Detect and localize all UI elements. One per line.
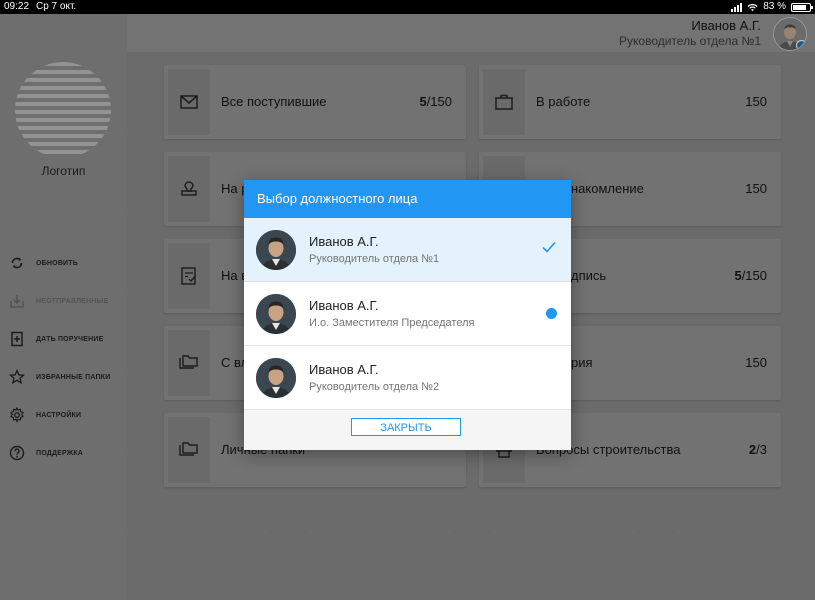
official-role: И.о. Заместителя Председателя xyxy=(309,317,475,329)
cellular-signal-icon xyxy=(731,2,743,12)
official-role: Руководитель отдела №2 xyxy=(309,381,440,393)
sidebar-item-label: ОБНОВИТЬ xyxy=(36,259,78,267)
battery-icon xyxy=(791,2,813,12)
folder-card-count: 5/150 xyxy=(734,268,767,283)
official-name: Иванов А.Г. xyxy=(309,234,379,249)
official-avatar xyxy=(256,358,296,398)
close-button[interactable]: ЗАКРЫТЬ xyxy=(351,418,461,436)
sidebar-item-label: НЕОТПРАВЛЕННЫЕ xyxy=(36,297,109,305)
briefcase-icon xyxy=(483,69,525,135)
sidebar-item-label: ИЗБРАННЫЕ ПАПКИ xyxy=(36,373,111,381)
checkmark-icon xyxy=(541,240,557,259)
official-option-3[interactable]: Иванов А.Г. Руководитель отдела №2 xyxy=(244,346,571,410)
outbox-icon xyxy=(8,292,26,310)
status-indicators: 83 % xyxy=(731,0,813,14)
gear-icon xyxy=(8,406,26,424)
status-bar: 09:22 Ср 7 окт. 83 % xyxy=(0,0,815,14)
stamp-icon xyxy=(168,156,210,222)
folder-card-all-incoming[interactable]: Все поступившие 5/150 xyxy=(164,65,466,139)
official-avatar xyxy=(256,294,296,334)
official-option-1[interactable]: Иванов А.Г. Руководитель отдела №1 xyxy=(244,218,571,282)
sidebar-item-label: ДАТЬ ПОРУЧЕНИЕ xyxy=(36,335,104,343)
battery-percent: 83 % xyxy=(763,1,786,12)
sidebar-item-assign-task[interactable]: ДАТЬ ПОРУЧЕНИЕ xyxy=(0,326,127,352)
folder-card-count: 5/150 xyxy=(419,94,452,109)
status-time: 09:22 xyxy=(4,1,30,12)
official-selection-dialog: Выбор должностного лица Иванов А.Г. Руко… xyxy=(244,180,571,450)
dialog-footer: ЗАКРЫТЬ xyxy=(244,410,571,450)
official-role: Руководитель отдела №1 xyxy=(309,253,440,265)
envelope-icon xyxy=(168,69,210,135)
logo-label: Логотип xyxy=(41,164,86,178)
refresh-icon xyxy=(8,254,26,272)
official-option-2[interactable]: Иванов А.Г. И.о. Заместителя Председател… xyxy=(244,282,571,346)
add-document-icon xyxy=(8,330,26,348)
folder-card-count: 150 xyxy=(745,355,767,370)
sidebar-item-label: ПОДДЕРЖКА xyxy=(36,449,84,457)
user-avatar[interactable] xyxy=(773,17,807,51)
folder-card-count: 150 xyxy=(745,94,767,109)
folder-card-count: 2/3 xyxy=(748,442,767,457)
folder-card-title: накомление xyxy=(571,181,644,196)
top-bar: Иванов А.Г. Руководитель отдела №1 xyxy=(127,14,815,52)
official-name: Иванов А.Г. xyxy=(309,362,379,377)
official-avatar xyxy=(256,230,296,270)
dialog-title: Выбор должностного лица xyxy=(244,180,571,218)
sidebar-item-favorite-folders[interactable]: ИЗБРАННЫЕ ПАПКИ xyxy=(0,364,127,390)
official-name: Иванов А.Г. xyxy=(309,298,379,313)
status-date: Ср 7 окт. xyxy=(36,1,77,12)
sidebar-item-support[interactable]: ПОДДЕРЖКА xyxy=(0,440,127,466)
sidebar-item-unsent[interactable]: НЕОТПРАВЛЕННЫЕ xyxy=(0,288,127,314)
folders-icon xyxy=(168,330,210,396)
folder-card-title: Все поступившие xyxy=(221,94,327,109)
sidebar-item-settings[interactable]: НАСТРОЙКИ xyxy=(0,402,127,428)
account-badge-icon xyxy=(796,40,806,50)
folder-card-title: В работе xyxy=(536,94,591,109)
folder-card-in-progress[interactable]: В работе 150 xyxy=(479,65,781,139)
check-document-icon xyxy=(168,243,210,309)
sidebar: Логотип ОБНОВИТЬ НЕОТПРАВЛЕННЫЕ ДАТЬ ПОР… xyxy=(0,14,127,600)
wifi-icon xyxy=(747,3,758,11)
sidebar-item-refresh[interactable]: ОБНОВИТЬ xyxy=(0,250,127,276)
folders-icon xyxy=(168,417,210,483)
logo-placeholder xyxy=(15,62,111,158)
help-icon xyxy=(8,444,26,462)
folder-card-title: дпись xyxy=(571,268,607,283)
current-user-role: Руководитель отдела №1 xyxy=(619,34,761,48)
current-indicator-dot xyxy=(546,308,557,319)
star-icon xyxy=(8,368,26,386)
folder-card-count: 150 xyxy=(745,181,767,196)
sidebar-item-label: НАСТРОЙКИ xyxy=(36,411,82,419)
folder-card-title: рия xyxy=(571,355,593,370)
current-user-name: Иванов А.Г. xyxy=(691,18,761,33)
